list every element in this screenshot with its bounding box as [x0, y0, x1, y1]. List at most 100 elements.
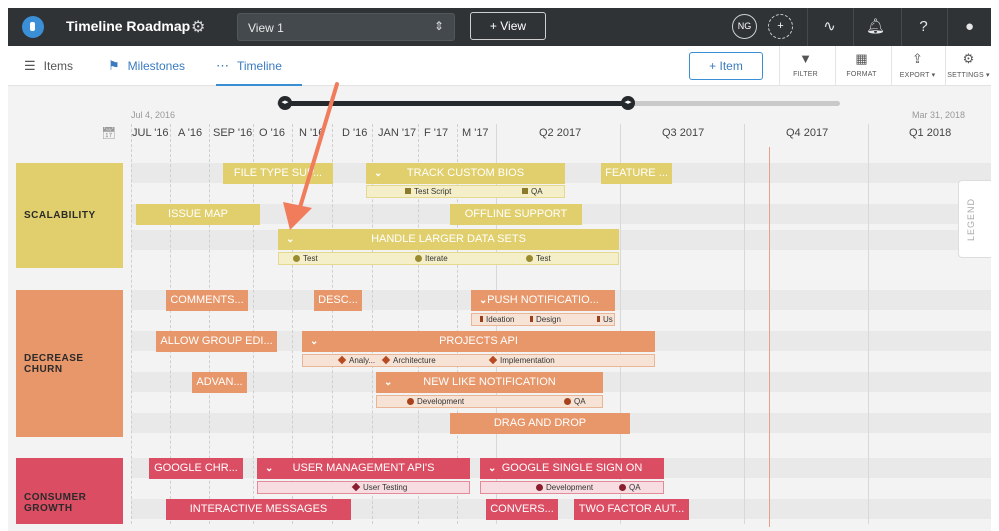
roadmap-bar[interactable]: FILE TYPE SUP...: [223, 163, 333, 184]
calendar-icon[interactable]: 📅︎: [101, 126, 116, 140]
tab-timeline[interactable]: ⋯ Timeline: [216, 46, 302, 86]
square-icon: [522, 188, 528, 194]
roadmap-bar[interactable]: ADVAN...: [192, 372, 247, 393]
bar-label: NEW LIKE NOTIFICATION: [423, 376, 556, 388]
roadmap-bar-expandable[interactable]: ⌄ USER MANAGEMENT API'S: [257, 458, 470, 479]
tick-label: JAN '17: [378, 127, 417, 139]
milestone[interactable]: QA: [564, 396, 586, 407]
category-decrease-churn[interactable]: DECREASE CHURN: [16, 290, 123, 437]
bar-label: TRACK CUSTOM BIOS: [406, 167, 525, 179]
roadmap-bar[interactable]: DESC...: [314, 290, 362, 311]
chevron-down-icon[interactable]: ⌄: [265, 458, 273, 479]
milestone[interactable]: Development: [536, 482, 593, 493]
milestone[interactable]: QA: [619, 482, 641, 493]
milestone-label: Design: [536, 315, 561, 324]
milestone-label: Analy...: [349, 356, 376, 365]
chevron-down-icon[interactable]: ⌄: [374, 163, 382, 184]
bar-marker-icon: [480, 316, 483, 322]
filter-button[interactable]: ▼ FILTER: [779, 46, 831, 86]
roadmap-bar[interactable]: GOOGLE CHR...: [149, 458, 243, 479]
dot-icon: [407, 398, 414, 405]
chevron-down-icon[interactable]: ⌄: [310, 331, 318, 352]
roadmap-bar-expandable[interactable]: ⌄ TRACK CUSTOM BIOS: [366, 163, 565, 184]
range-start-handle[interactable]: ◂▸: [278, 96, 292, 110]
milestone[interactable]: Test: [293, 253, 318, 264]
roadmap-bar[interactable]: ISSUE MAP: [136, 204, 260, 225]
gear-icon: ⚙: [962, 51, 975, 66]
milestone[interactable]: Implementation: [488, 355, 555, 366]
roadmap-bar[interactable]: DRAG AND DROP: [450, 413, 630, 434]
grid-line: [253, 124, 254, 524]
milestone[interactable]: Test Script: [405, 186, 451, 197]
diamond-icon: [381, 355, 391, 365]
view-select-value: View 1: [248, 21, 284, 35]
chevron-down-icon[interactable]: ⌄: [488, 458, 496, 479]
roadmap-bar[interactable]: COMMENTS...: [166, 290, 248, 311]
milestone-strip: User Testing: [257, 481, 470, 494]
dot-icon: [536, 484, 543, 491]
add-item-button[interactable]: + Item: [689, 52, 763, 80]
category-consumer-growth[interactable]: CONSUMER GROWTH: [16, 458, 123, 524]
diamond-icon: [337, 355, 347, 365]
milestone-strip: Test Iterate Test: [278, 252, 619, 265]
view-tabs-bar: ☰ Items ⚑ Milestones ⋯ Timeline + Item ▼ FIL…: [8, 46, 991, 86]
category-label-line: CONSUMER: [24, 492, 87, 503]
add-view-button[interactable]: + View: [470, 12, 546, 40]
grid-line: [131, 124, 132, 524]
tab-milestones-label: Milestones: [127, 59, 186, 73]
milestone[interactable]: Analy...: [337, 355, 376, 366]
dot-icon: [415, 255, 422, 262]
app-logo-icon[interactable]: [22, 16, 44, 38]
activity-icon[interactable]: ∿: [807, 8, 851, 46]
roadmap-bar[interactable]: TWO FACTOR AUT...: [574, 499, 689, 520]
filter-label: FILTER: [793, 71, 818, 78]
roadmap-bar[interactable]: FEATURE ...: [601, 163, 672, 184]
milestone[interactable]: Us: [597, 314, 613, 325]
category-scalability[interactable]: SCALABILITY: [16, 163, 123, 268]
view-select[interactable]: View 1 ⇕: [237, 13, 455, 41]
roadmap-bar-expandable[interactable]: ⌄ PROJECTS API: [302, 331, 655, 352]
add-user-icon[interactable]: +: [768, 14, 793, 39]
tab-milestones[interactable]: ⚑ Milestones: [108, 46, 185, 86]
milestone[interactable]: Iterate: [415, 253, 448, 264]
milestone-label: Architecture: [393, 356, 436, 365]
milestone[interactable]: User Testing: [351, 482, 407, 493]
format-button[interactable]: ▦ FORMAT: [835, 46, 887, 86]
roadmap-bar[interactable]: CONVERS...: [486, 499, 558, 520]
milestone[interactable]: Architecture: [381, 355, 436, 366]
gear-icon[interactable]: ⚙: [191, 17, 205, 37]
user-icon[interactable]: ●: [947, 8, 991, 46]
roadmap-bar[interactable]: INTERACTIVE MESSAGES: [166, 499, 351, 520]
roadmap-bar-expandable[interactable]: ⌄ PUSH NOTIFICATIO...: [471, 290, 615, 311]
tick-label: Q4 2017: [786, 127, 829, 139]
tick-label: F '17: [424, 127, 449, 139]
milestone[interactable]: QA: [522, 186, 543, 197]
bell-icon[interactable]: 🔔︎: [853, 8, 897, 46]
milestone[interactable]: Ideation: [480, 314, 514, 325]
range-end-handle[interactable]: ◂▸: [621, 96, 635, 110]
range-slider-selection[interactable]: [285, 101, 628, 106]
tick-label: O '16: [259, 127, 285, 139]
settings-button[interactable]: ⚙ SETTINGS ▾: [945, 46, 991, 86]
tab-items[interactable]: ☰ Items: [24, 46, 73, 86]
category-label-line: GROWTH: [24, 503, 73, 514]
chevron-down-icon[interactable]: ⌄: [286, 229, 294, 250]
help-icon[interactable]: ?: [901, 8, 945, 46]
roadmap-bar-expandable[interactable]: ⌄ GOOGLE SINGLE SIGN ON: [480, 458, 664, 479]
avatar[interactable]: NG: [732, 14, 757, 39]
legend-tab[interactable]: LEGEND: [958, 180, 991, 258]
milestone[interactable]: Test: [526, 253, 551, 264]
range-end-date: Mar 31, 2018: [912, 110, 966, 120]
dot-icon: [526, 255, 533, 262]
milestone-label: Implementation: [500, 356, 555, 365]
chevron-down-icon[interactable]: ⌄: [384, 372, 392, 393]
export-button[interactable]: ⇪ EXPORT ▾: [891, 46, 943, 86]
chevron-down-icon[interactable]: ⌄: [479, 290, 487, 311]
roadmap-bar-expandable[interactable]: ⌄ HANDLE LARGER DATA SETS: [278, 229, 619, 250]
roadmap-bar[interactable]: OFFLINE SUPPORT: [450, 204, 582, 225]
milestone[interactable]: Design: [530, 314, 561, 325]
roadmap-bar[interactable]: ALLOW GROUP EDI...: [156, 331, 277, 352]
roadmap-bar-expandable[interactable]: ⌄ NEW LIKE NOTIFICATION: [376, 372, 603, 393]
top-bar: Timeline Roadmap ⚙ View 1 ⇕ + View NG + …: [8, 8, 991, 46]
milestone[interactable]: Development: [407, 396, 464, 407]
